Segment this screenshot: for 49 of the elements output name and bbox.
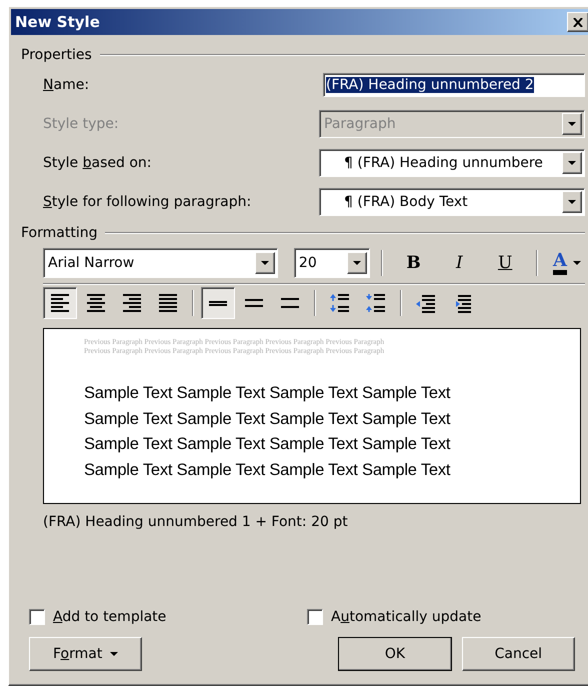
dropdown-arrow-icon xyxy=(110,652,118,656)
align-center-icon xyxy=(86,292,106,314)
checkbox-label: Add to template xyxy=(53,609,166,625)
dropdown-arrow-icon xyxy=(568,200,576,204)
field-label: Name: xyxy=(43,76,90,92)
justify-icon xyxy=(158,292,178,314)
dropdown-arrow-icon xyxy=(568,160,576,164)
close-button[interactable] xyxy=(567,12,588,32)
italic-button[interactable]: I xyxy=(439,249,480,277)
align-right-icon xyxy=(122,292,142,314)
field-label: Style for following paragraph: xyxy=(43,194,252,210)
space-after-icon xyxy=(366,292,386,314)
dropdown-arrow-icon xyxy=(573,261,581,265)
close-icon xyxy=(573,18,583,26)
space-before-icon xyxy=(330,292,350,314)
name-input-field[interactable]: (FRA) Heading unnumbered 2 xyxy=(323,72,585,96)
format-menu-button[interactable]: Format xyxy=(29,637,142,671)
bold-button[interactable]: B xyxy=(394,249,434,277)
group-heading: Properties xyxy=(21,47,92,63)
dialog-button[interactable]: Cancel xyxy=(462,637,575,671)
sample-text: Sample Text Sample Text Sample Text Sample Text xyxy=(84,434,452,455)
one-half-icon xyxy=(244,298,264,308)
group-heading: Formatting xyxy=(21,225,98,241)
single-icon xyxy=(208,300,228,306)
dropdown-arrow-icon xyxy=(352,261,361,265)
sample-text: Sample Text Sample Text Sample Text Sample Text xyxy=(84,383,452,404)
font-size-dropdown[interactable]: 20 xyxy=(294,248,370,278)
align-left-icon xyxy=(50,292,70,314)
single-button[interactable] xyxy=(201,287,235,319)
align-left-button[interactable] xyxy=(43,287,77,319)
window-title: New Style xyxy=(15,13,100,31)
font-dropdown[interactable]: Arial Narrow xyxy=(43,248,278,278)
sample-text: Sample Text Sample Text Sample Text Sample Text xyxy=(84,460,452,480)
style-dropdown[interactable]: ¶ (FRA) Heading unnumbere xyxy=(319,148,585,176)
dropdown-arrow-icon xyxy=(568,122,576,126)
checkbox-label: Automatically update xyxy=(331,609,482,625)
field-label: Style type: xyxy=(43,116,119,132)
underline-button[interactable]: U xyxy=(485,249,526,277)
font-color-button[interactable]: A xyxy=(549,249,585,277)
checkbox[interactable] xyxy=(307,609,323,625)
dropdown-arrow-icon xyxy=(260,261,269,265)
outdent-icon xyxy=(416,292,436,314)
sample-text: Sample Text Sample Text Sample Text Sample Text xyxy=(84,408,452,430)
field-label: Style based on: xyxy=(43,154,152,170)
dialog-button[interactable]: OK xyxy=(338,637,452,671)
checkbox[interactable] xyxy=(29,609,45,625)
style-description: (FRA) Heading unnumbered 1 + Font: 20 pt xyxy=(43,514,349,530)
style-dropdown[interactable]: ¶ (FRA) Body Text xyxy=(319,188,585,216)
double-icon xyxy=(280,297,300,309)
